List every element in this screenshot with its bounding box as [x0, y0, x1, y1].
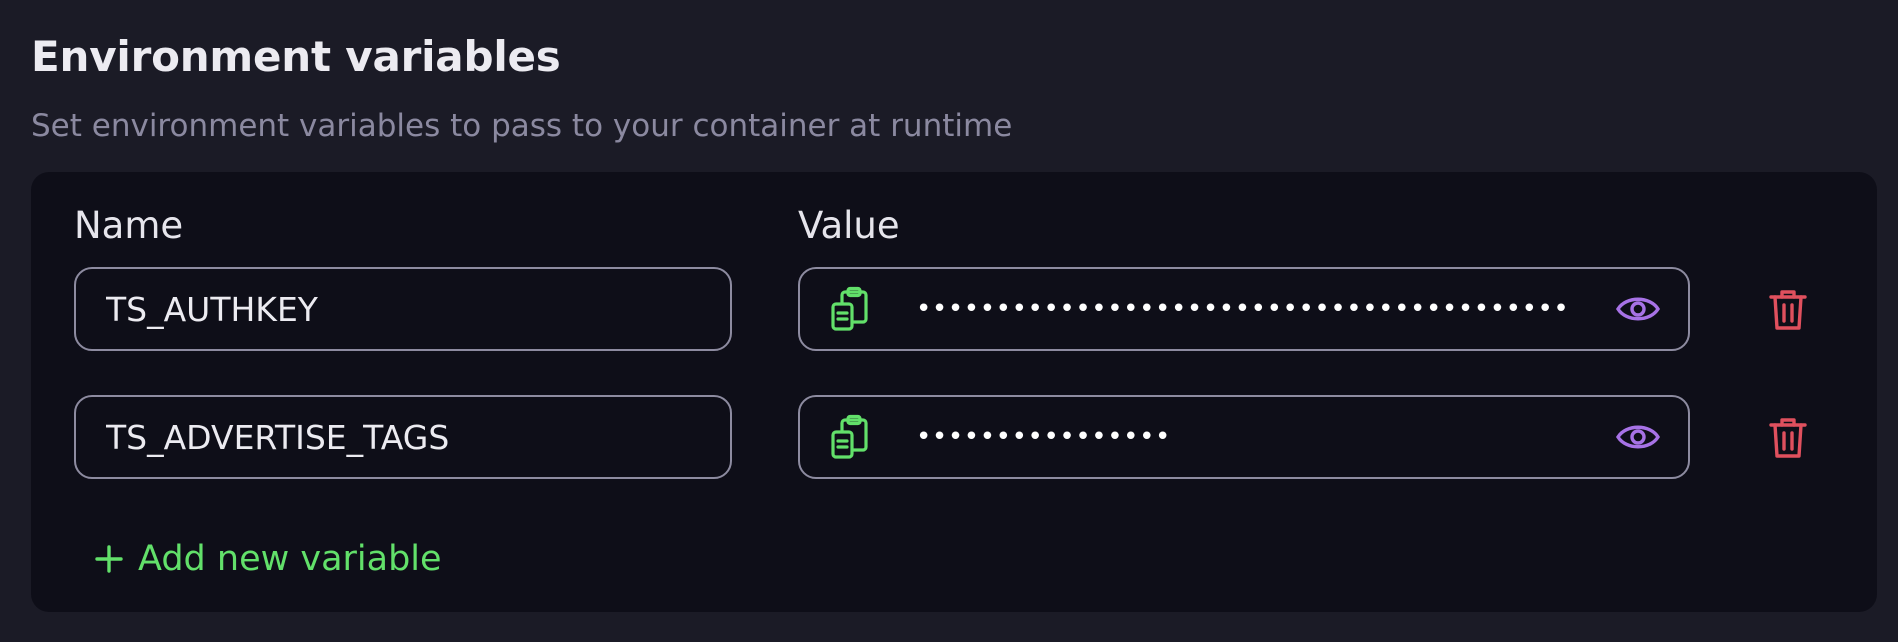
section-description: Set environment variables to pass to you…	[31, 108, 1013, 144]
add-variable-button[interactable]: Add new variable	[94, 534, 442, 584]
variable-name-input[interactable]	[74, 395, 732, 479]
clipboard-copy-icon[interactable]	[828, 286, 874, 332]
section-title: Environment variables	[31, 32, 561, 81]
name-column-header: Name	[74, 204, 184, 247]
masked-value: ••••••••••••••••	[916, 422, 1171, 452]
clipboard-copy-icon[interactable]	[828, 414, 874, 460]
value-column-header: Value	[798, 204, 900, 247]
variable-value-field[interactable]: ••••••••••••••••••••••••••••••••••••••••…	[798, 267, 1690, 351]
trash-icon[interactable]	[1768, 287, 1808, 331]
trash-icon[interactable]	[1768, 415, 1808, 459]
add-variable-label: Add new variable	[138, 539, 442, 579]
eye-icon[interactable]	[1615, 289, 1661, 329]
masked-value: ••••••••••••••••••••••••••••••••••••••••…	[916, 294, 1566, 324]
variables-card: Name Value •••••••••••••••••••••••••••••…	[31, 172, 1877, 612]
plus-icon	[95, 545, 123, 573]
eye-icon[interactable]	[1615, 417, 1661, 457]
variable-name-input[interactable]	[74, 267, 732, 351]
environment-variables-section: Environment variables Set environment va…	[0, 0, 1898, 642]
variable-value-field[interactable]: ••••••••••••••••	[798, 395, 1690, 479]
